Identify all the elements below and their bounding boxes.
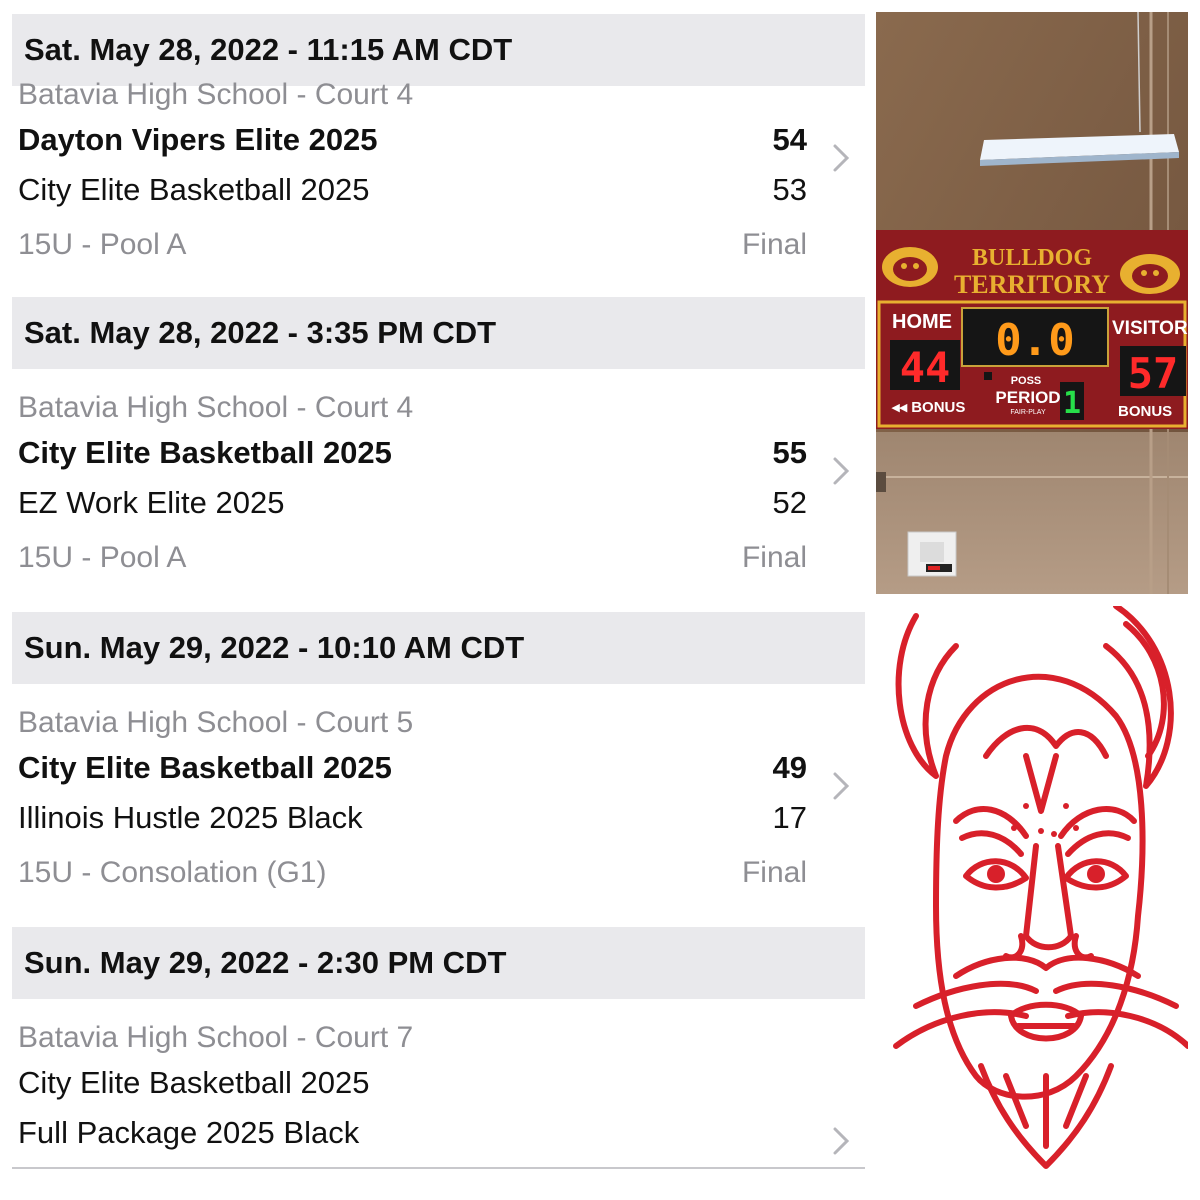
team-home-name: City Elite Basketball 2025 xyxy=(18,750,392,785)
banner-line2: TERRITORY xyxy=(954,270,1110,299)
photo-collage: BULLDOG TERRITORY HOME VISITOR 44 57 0.0… xyxy=(876,12,1188,1186)
list-bottom-divider xyxy=(12,1167,865,1169)
visitor-label: VISITOR xyxy=(1112,318,1188,339)
day-header: Sun. May 29, 2022 - 2:30 PM CDT xyxy=(12,927,865,999)
game-clock: 0.0 xyxy=(995,315,1074,366)
team-home-score: 49 xyxy=(772,750,807,785)
game-row[interactable]: Batavia High School - Court 4 City Elite … xyxy=(12,369,865,612)
venue-label: Batavia High School - Court 4 xyxy=(18,391,414,424)
game-row[interactable]: Batavia High School - Court 4 Dayton Vipe… xyxy=(12,78,865,297)
banner-line1: BULLDOG xyxy=(972,245,1092,271)
poss-label: POSS xyxy=(1011,375,1042,387)
chevron-right-icon[interactable] xyxy=(825,451,855,491)
bulldog-logo-icon xyxy=(1120,254,1180,294)
game-row[interactable]: Batavia High School - Court 5 City Elite … xyxy=(12,684,865,927)
home-score: 44 xyxy=(900,343,951,392)
team-away-score: 52 xyxy=(772,485,807,520)
team-away-name: City Elite Basketball 2025 xyxy=(18,172,370,207)
devil-mascot-drawing xyxy=(893,606,1188,1169)
team-away-name: Full Package 2025 Black xyxy=(18,1115,360,1150)
bonus-left-label: ◂◂ BONUS xyxy=(891,399,965,416)
team-home-name: Dayton Vipers Elite 2025 xyxy=(18,122,378,157)
team-home-name: City Elite Basketball 2025 xyxy=(18,1065,370,1100)
devil-mascot-logo xyxy=(876,606,1188,1186)
division-label: 15U - Consolation (G1) xyxy=(18,856,327,889)
venue-label: Batavia High School - Court 5 xyxy=(18,706,414,739)
game-status: Final xyxy=(741,541,807,574)
team-away-name: Illinois Hustle 2025 Black xyxy=(18,800,363,835)
team-away-score: 53 xyxy=(772,172,807,207)
bulldog-logo-icon xyxy=(882,247,938,287)
day-header: Sat. May 28, 2022 - 11:15 AM CDT xyxy=(12,14,865,86)
game-status: Final xyxy=(741,856,807,889)
day-header: Sun. May 29, 2022 - 10:10 AM CDT xyxy=(12,612,865,684)
venue-label: Batavia High School - Court 7 xyxy=(18,1021,414,1054)
scoreboard-photo: BULLDOG TERRITORY HOME VISITOR 44 57 0.0… xyxy=(876,12,1188,594)
game-row[interactable]: Batavia High School - Court 7 City Elite … xyxy=(12,999,865,1169)
division-label: 15U - Pool A xyxy=(18,228,187,261)
venue-label: Batavia High School - Court 4 xyxy=(18,78,414,111)
team-away-score: 17 xyxy=(772,800,807,835)
team-away-name: EZ Work Elite 2025 xyxy=(18,485,285,520)
wall-speaker-icon xyxy=(907,531,957,577)
game-schedule-list: Sat. May 28, 2022 - 11:15 AM CDT Batavia … xyxy=(12,14,865,1169)
chevron-right-icon[interactable] xyxy=(825,1121,855,1161)
chevron-right-icon[interactable] xyxy=(825,766,855,806)
chevron-right-icon[interactable] xyxy=(825,138,855,178)
game-status: Final xyxy=(741,228,807,261)
visitor-score: 57 xyxy=(1128,349,1179,398)
division-label: 15U - Pool A xyxy=(18,541,187,574)
period-sub-label: FAIR-PLAY xyxy=(1010,409,1046,416)
scoreboard: BULLDOG TERRITORY HOME VISITOR 44 57 0.0… xyxy=(876,230,1188,429)
bonus-right-label: BONUS xyxy=(1118,403,1172,420)
day-header: Sat. May 28, 2022 - 3:35 PM CDT xyxy=(12,297,865,369)
team-home-score: 54 xyxy=(772,122,807,157)
home-label: HOME xyxy=(892,311,952,333)
period-value: 1 xyxy=(1063,386,1081,421)
team-home-name: City Elite Basketball 2025 xyxy=(18,435,392,470)
period-label: PERIOD xyxy=(995,388,1060,407)
gym-wall-scene: BULLDOG TERRITORY HOME VISITOR 44 57 0.0… xyxy=(876,12,1188,594)
team-home-score: 55 xyxy=(772,435,807,470)
